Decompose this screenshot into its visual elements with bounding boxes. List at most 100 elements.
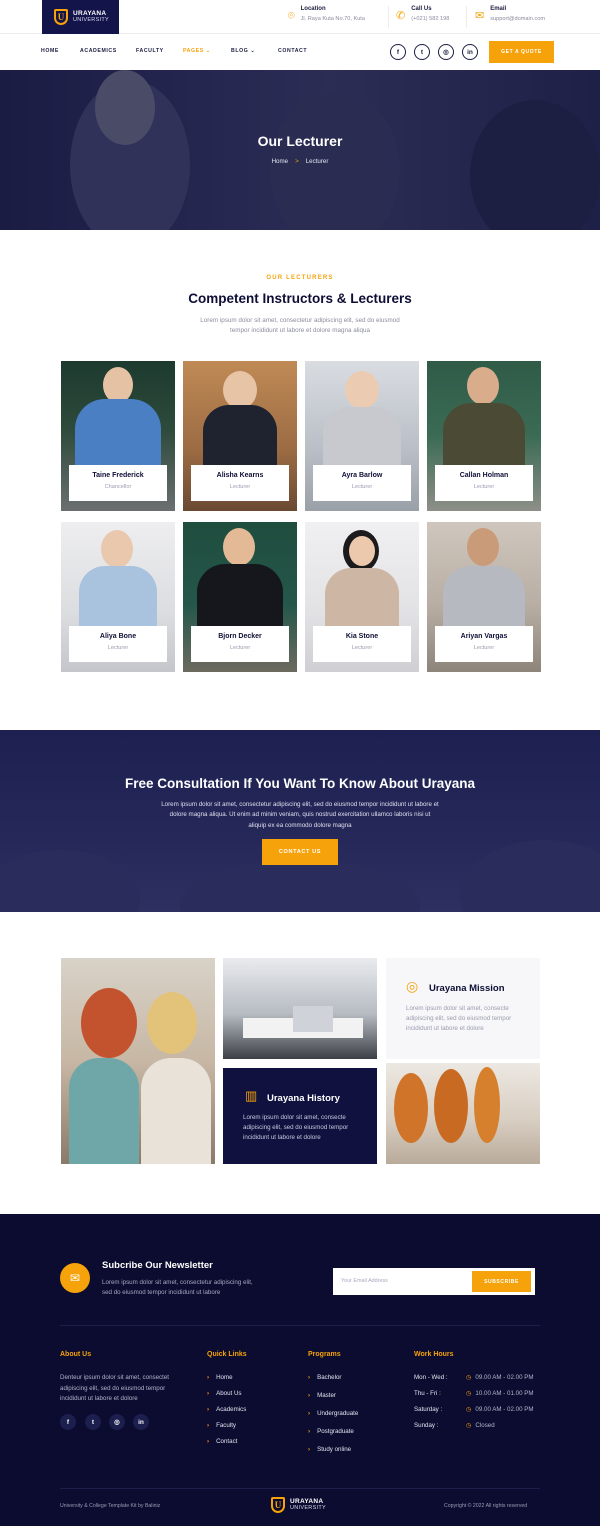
lecturer-card[interactable]: Taine Frederick Chancellor xyxy=(61,361,175,511)
hours-time-value: Closed xyxy=(475,1422,495,1429)
nav-pages[interactable]: PAGES ⌄ xyxy=(183,48,211,54)
clock-icon: ◷ xyxy=(466,1422,472,1429)
instagram-icon[interactable]: ◎ xyxy=(109,1414,125,1430)
contact-us-button[interactable]: CONTACT US xyxy=(262,839,338,865)
instagram-icon[interactable]: ◎ xyxy=(438,44,454,60)
program-label: Postgraduate xyxy=(317,1428,354,1435)
breadcrumb: Home > Lecturer xyxy=(0,158,600,165)
twitter-icon[interactable]: t xyxy=(414,44,430,60)
footer-link-faculty[interactable]: › Faculty xyxy=(207,1422,236,1429)
mission-text: Lorem ipsum dolor sit amet, consecte adi… xyxy=(406,1005,512,1032)
chevron-right-icon: › xyxy=(308,1446,311,1453)
facebook-icon[interactable]: f xyxy=(390,44,406,60)
chevron-right-icon: › xyxy=(308,1410,311,1417)
about-heading: About Us xyxy=(60,1351,92,1358)
program-link[interactable]: › Master xyxy=(308,1392,336,1399)
chevron-right-icon: › xyxy=(207,1390,210,1397)
program-link[interactable]: › Bachelor xyxy=(308,1374,341,1381)
footer-link-home[interactable]: › Home xyxy=(207,1374,233,1381)
get-a-quote-button[interactable]: GET A QUOTE xyxy=(489,41,554,63)
chevron-right-icon: › xyxy=(207,1438,210,1445)
students-photo-hair xyxy=(147,992,197,1054)
lecturer-role: Chancellor xyxy=(104,484,132,490)
footer-link-label: Home xyxy=(216,1374,233,1381)
lecturer-name: Ariyan Vargas xyxy=(460,633,508,640)
footer-link-about[interactable]: › About Us xyxy=(207,1390,242,1397)
consultation-text: Lorem ipsum dolor sit amet, consectetur … xyxy=(161,801,439,829)
lecturer-name: Taine Frederick xyxy=(92,472,144,479)
newsletter-email-input[interactable]: Your Email Address xyxy=(341,1278,388,1284)
hours-day: Thu - Fri : xyxy=(414,1390,441,1397)
envelope-icon: ✉ xyxy=(475,10,485,22)
newsletter-text: Lorem ipsum dolor sit amet, consectetur … xyxy=(102,1279,253,1296)
lecturer-nameplate: Alisha Kearns Lecturer xyxy=(191,465,289,501)
contact-phone: ✆ Call Us (+021) 582 198 xyxy=(396,6,449,26)
linkedin-icon[interactable]: in xyxy=(462,44,478,60)
lecturer-card[interactable]: Alisha Kearns Lecturer xyxy=(183,361,297,511)
nav-home[interactable]: HOME xyxy=(41,48,59,54)
nav-faculty[interactable]: FACULTY xyxy=(136,48,164,54)
subscribe-button[interactable]: SUBSCRIBE xyxy=(472,1271,531,1292)
footer-link-label: Contact xyxy=(216,1438,238,1445)
email-value[interactable]: support@domain.com xyxy=(490,16,545,22)
footer-credit: University & College Template Kit by Bal… xyxy=(60,1503,161,1509)
lecturer-nameplate: Aliya Bone Lecturer xyxy=(69,626,167,662)
hours-day: Saturday : xyxy=(414,1406,443,1413)
linkedin-icon[interactable]: in xyxy=(133,1414,149,1430)
footer-copyright: Copyright © 2022 All rights reserved xyxy=(444,1503,528,1509)
program-link[interactable]: › Postgraduate xyxy=(308,1428,354,1435)
hours-time-value: 09.00 AM - 02.00 PM xyxy=(475,1374,534,1381)
lecturer-card[interactable]: Kia Stone Lecturer xyxy=(305,522,419,672)
lecturer-role: Lecturer xyxy=(473,484,495,490)
lecturer-role: Lecturer xyxy=(473,645,495,651)
lecturer-name: Aliya Bone xyxy=(99,633,137,640)
nav-blog-label: BLOG xyxy=(231,48,249,54)
section-description: Lorem ipsum dolor sit amet, consectetur … xyxy=(200,317,400,334)
hours-time: ◷ Closed xyxy=(466,1422,495,1429)
about-text: Denteur ipsum dolor sit amet, consectet … xyxy=(60,1374,170,1402)
nav-contact[interactable]: CONTACT xyxy=(278,48,307,54)
divider xyxy=(466,6,467,28)
lecturer-photo-face xyxy=(345,371,379,409)
students-photo-body xyxy=(141,1058,211,1164)
hours-time: ◷ 09.00 AM - 02.00 PM xyxy=(466,1374,534,1381)
chevron-right-icon: › xyxy=(207,1422,210,1429)
footer-link-label: Academics xyxy=(216,1406,247,1413)
logo-mark: U xyxy=(271,1497,285,1513)
twitter-icon[interactable]: t xyxy=(85,1414,101,1430)
newsletter-title: Subcribe Our Newsletter xyxy=(102,1260,213,1271)
lecturer-photo-face xyxy=(103,367,133,403)
history-title: Urayana History xyxy=(267,1093,340,1104)
history-card[interactable]: ▥ Urayana History Lorem ipsum dolor sit … xyxy=(223,1068,377,1164)
footer-link-contact[interactable]: › Contact xyxy=(207,1438,237,1445)
program-label: Study online xyxy=(317,1446,352,1453)
nav-pages-label: PAGES xyxy=(183,48,204,54)
lecturer-nameplate: Kia Stone Lecturer xyxy=(313,626,411,662)
header-logo[interactable]: U URAYANA UNIVERSITY xyxy=(42,0,119,34)
nav-blog[interactable]: BLOG ⌄ xyxy=(231,48,255,54)
program-label: Bachelor xyxy=(317,1374,342,1381)
hero-photo-person xyxy=(470,100,600,230)
lounge-pod-shape xyxy=(394,1073,428,1143)
program-link[interactable]: › Study online xyxy=(308,1446,351,1453)
chevron-right-icon: › xyxy=(308,1374,311,1381)
lecturer-photo-face xyxy=(223,371,257,409)
lecturer-card[interactable]: Aliya Bone Lecturer xyxy=(61,522,175,672)
mission-card[interactable]: ◎ Urayana Mission Lorem ipsum dolor sit … xyxy=(386,958,540,1059)
facebook-icon[interactable]: f xyxy=(60,1414,76,1430)
lecturer-card[interactable]: Bjorn Decker Lecturer xyxy=(183,522,297,672)
call-value[interactable]: (+021) 582 198 xyxy=(411,16,449,22)
lounge-pod-shape xyxy=(434,1069,468,1143)
lecturer-card[interactable]: Callan Holman Lecturer xyxy=(427,361,541,511)
nav-academics[interactable]: ACADEMICS xyxy=(80,48,117,54)
crowd-photo-silhouette xyxy=(460,840,600,912)
breadcrumb-home[interactable]: Home xyxy=(272,158,289,165)
lounge-pod-shape xyxy=(474,1067,500,1143)
program-link[interactable]: › Undergraduate xyxy=(308,1410,358,1417)
lecturer-card[interactable]: Ayra Barlow Lecturer xyxy=(305,361,419,511)
footer-link-academics[interactable]: › Academics xyxy=(207,1406,246,1413)
campus-lounge-photo xyxy=(386,1063,540,1164)
lecturer-name: Callan Holman xyxy=(459,472,509,479)
lecturer-card[interactable]: Ariyan Vargas Lecturer xyxy=(427,522,541,672)
footer-logo[interactable]: U URAYANA UNIVERSITY xyxy=(271,1497,326,1513)
